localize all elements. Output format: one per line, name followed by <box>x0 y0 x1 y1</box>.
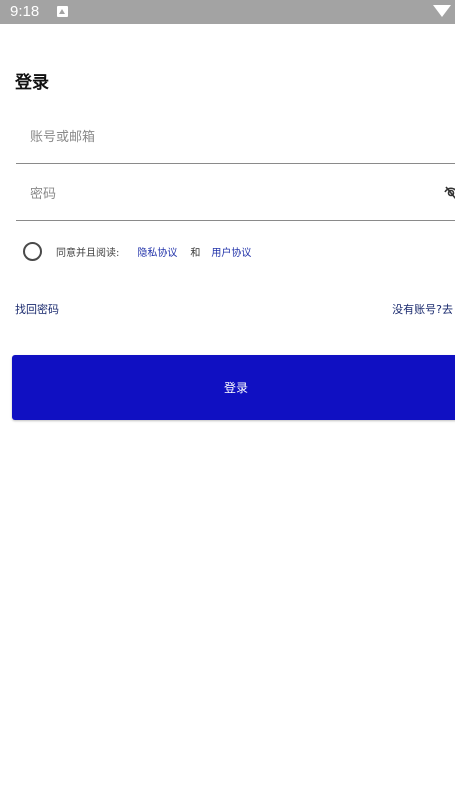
user-agreement-link[interactable]: 用户协议 <box>211 244 251 259</box>
forgot-password-link[interactable]: 找回密码 <box>15 301 59 317</box>
wifi-icon <box>433 5 451 17</box>
agreement-row: 同意并且阅读: 隐私协议 和 用户协议 <box>23 240 251 262</box>
account-input[interactable] <box>30 125 420 149</box>
login-button[interactable]: 登录 <box>12 355 455 420</box>
privacy-policy-link[interactable]: 隐私协议 <box>137 244 177 259</box>
eye-off-icon[interactable] <box>443 183 455 201</box>
status-bar: 9:18 <box>0 0 455 24</box>
account-field <box>16 111 455 164</box>
agree-radio[interactable] <box>23 241 42 261</box>
status-time: 9:18 <box>10 3 40 20</box>
password-input[interactable] <box>30 182 420 206</box>
notification-icon <box>57 6 68 17</box>
agree-prefix-text: 同意并且阅读: <box>56 247 120 259</box>
agree-and-text: 和 <box>190 247 201 259</box>
password-field <box>16 168 455 221</box>
register-link[interactable]: 没有账号?去 <box>392 301 453 317</box>
page-title: 登录 <box>15 73 49 93</box>
